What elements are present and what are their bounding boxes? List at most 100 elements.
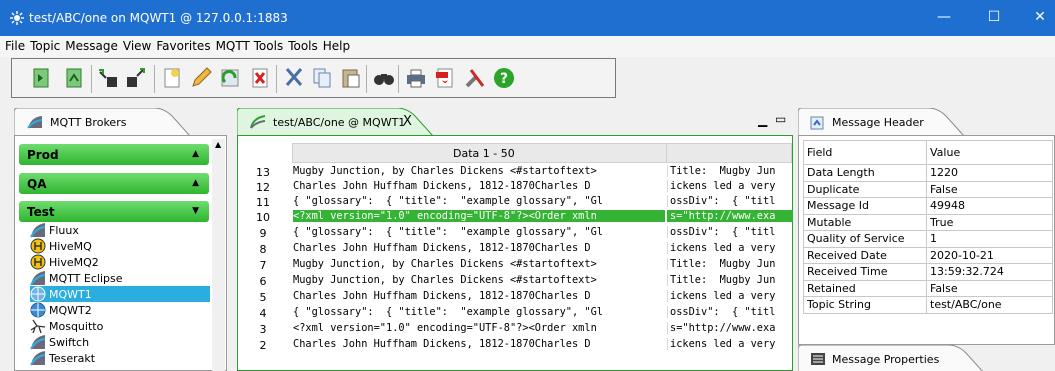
edit-icon[interactable] <box>189 66 213 90</box>
minimize-button[interactable]: — <box>929 7 959 27</box>
group-test[interactable]: Test ▼ <box>19 201 209 222</box>
globe-icon <box>30 302 46 318</box>
minimize-panel-icon[interactable]: ▁ <box>758 113 767 127</box>
broker-mqwt1[interactable]: MQWT1 <box>30 286 210 302</box>
hivemq-icon <box>30 254 46 270</box>
table-row[interactable]: 3 <?xml version="1.0" encoding="UTF-8"?><… <box>238 322 793 337</box>
value-column-header[interactable]: Value <box>926 140 1053 165</box>
close-tab-icon[interactable]: X <box>403 114 412 129</box>
menu-view[interactable]: View <box>123 36 151 53</box>
table-row[interactable]: Received Time 13:59:32.724 <box>803 263 1053 281</box>
menu-topic[interactable]: Topic <box>30 36 60 53</box>
broker-icon <box>30 351 46 366</box>
collapse-icon[interactable]: ▲ <box>192 178 199 188</box>
properties-icon <box>811 353 825 365</box>
menu-tools[interactable]: Tools <box>288 36 318 53</box>
broker-teserakt[interactable]: Teserakt <box>30 350 210 366</box>
group-qa[interactable]: QA ▲ <box>19 173 209 194</box>
close-button[interactable]: ✕ <box>1025 7 1055 27</box>
brokers-scrollbar[interactable]: ▲ <box>212 139 225 371</box>
collapse-icon[interactable]: ▲ <box>192 149 199 159</box>
table-row[interactable]: 12 Charles John Huffham Dickens, 1812-187… <box>238 180 793 195</box>
help-icon[interactable]: ? <box>492 66 516 90</box>
group-label: QA <box>27 177 47 191</box>
header-icon <box>810 116 824 130</box>
subscribe-icon[interactable] <box>97 66 121 90</box>
disconnect-icon[interactable] <box>62 66 86 90</box>
message-header-tab[interactable]: Message Header <box>798 108 998 136</box>
print-icon[interactable] <box>404 66 428 90</box>
data-column-header[interactable]: Data 1 - 50 <box>292 143 667 163</box>
delete-icon[interactable] <box>248 66 272 90</box>
menu-message[interactable]: Message <box>65 36 118 53</box>
broker-icon <box>30 271 46 286</box>
table-row[interactable]: 4{ "glossary": { "title": "example gloss… <box>238 306 793 321</box>
broker-mqtt-eclipse[interactable]: MQTT Eclipse <box>30 270 210 286</box>
tools-icon[interactable] <box>463 66 487 90</box>
connect-icon[interactable] <box>29 66 53 90</box>
table-row[interactable]: 7 Mugby Junction, by Charles Dickens <#st… <box>238 258 793 273</box>
find-icon[interactable] <box>372 66 396 90</box>
table-row-selected[interactable]: 10 <?xml version="1.0" encoding="UTF-8"?>… <box>238 210 793 225</box>
menu-favorites[interactable]: Favorites <box>156 36 210 53</box>
unsubscribe-icon[interactable] <box>124 66 148 90</box>
message-header-table: Field Value Data Length 1220 Duplicate Fals… <box>803 140 1053 314</box>
table-row[interactable]: Quality of Service 1 <box>803 230 1053 248</box>
table-row[interactable]: 9{ "glossary": { "title": "example gloss… <box>238 226 793 241</box>
table-row[interactable]: Duplicate False <box>803 180 1053 198</box>
window-title: test/ABC/one on MQWT1 @ 127.0.0.1:1883 <box>29 11 288 25</box>
refresh-icon[interactable] <box>218 66 242 90</box>
broker-icon <box>27 116 43 129</box>
paste-icon[interactable] <box>339 66 363 90</box>
globe-icon <box>30 286 46 302</box>
table-row[interactable]: Received Date 2020-10-21 <box>803 246 1053 264</box>
maximize-panel-icon[interactable]: ▭ <box>775 112 786 126</box>
message-header-tab-label: Message Header <box>832 116 924 129</box>
pdf-icon[interactable] <box>433 66 457 90</box>
brokers-tab-label: MQTT Brokers <box>50 116 127 129</box>
message-properties-tab-label: Message Properties <box>832 353 940 366</box>
table-row[interactable]: Mutable True <box>803 213 1053 231</box>
broker-fluux[interactable]: Fluux <box>30 222 210 238</box>
broker-icon <box>30 223 46 238</box>
field-column-header[interactable]: Field <box>803 140 927 165</box>
cut-icon[interactable] <box>282 66 306 90</box>
menu-file[interactable]: File <box>5 36 25 53</box>
table-row[interactable]: 11{ "glossary": { "title": "example glos… <box>238 195 793 210</box>
broker-hivemq2[interactable]: HiveMQ2 <box>30 254 210 270</box>
brokers-tab[interactable]: MQTT Brokers <box>14 108 214 136</box>
table-row[interactable]: Data Length 1220 <box>803 164 1053 182</box>
table-row[interactable]: 2 Charles John Huffham Dickens, 1812-1870… <box>238 338 793 353</box>
broker-swiftch[interactable]: Swiftch <box>30 334 210 350</box>
app-icon <box>10 11 24 25</box>
new-icon[interactable] <box>160 66 184 90</box>
copy-icon[interactable] <box>310 66 334 90</box>
message-properties-tab[interactable]: Message Properties <box>798 345 1008 371</box>
broker-mosquitto[interactable]: Mosquitto <box>30 318 210 334</box>
table-row[interactable]: Topic String test/ABC/one <box>803 296 1053 314</box>
menu-mqtt-tools[interactable]: MQTT Tools <box>216 36 284 53</box>
toolbar: ? <box>11 58 616 98</box>
group-label: Prod <box>27 148 59 162</box>
table-row[interactable]: Message Id 49948 <box>803 197 1053 215</box>
data-column-header-extra <box>667 143 792 163</box>
broker-icon <box>30 335 46 350</box>
scroll-up-icon[interactable]: ▲ <box>215 140 221 149</box>
data-tab[interactable]: test/ABC/one @ MQWT1 X <box>237 108 437 136</box>
table-row[interactable]: 6 Mugby Junction, by Charles Dickens <#st… <box>238 274 793 289</box>
table-row[interactable]: 8 Charles John Huffham Dickens, 1812-1870… <box>238 242 793 257</box>
expand-icon[interactable]: ▼ <box>192 206 199 216</box>
topic-icon <box>250 115 266 129</box>
group-prod[interactable]: Prod ▲ <box>19 144 209 165</box>
broker-mqwt2[interactable]: MQWT2 <box>30 302 210 318</box>
table-row[interactable]: 13 Mugby Junction, by Charles Dickens <#s… <box>238 165 793 180</box>
maximize-button[interactable]: ☐ <box>979 7 1009 27</box>
menu-bar: File Topic Message View Favorites MQTT Tools T… <box>0 36 1055 57</box>
table-row[interactable]: Retained False <box>803 279 1053 297</box>
data-tab-label: test/ABC/one @ MQWT1 <box>273 116 406 129</box>
group-label: Test <box>27 205 55 219</box>
table-row[interactable]: 5 Charles John Huffham Dickens, 1812-1870… <box>238 290 793 305</box>
svg-text:?: ? <box>500 71 508 87</box>
broker-hivemq[interactable]: HiveMQ <box>30 238 210 254</box>
menu-help[interactable]: Help <box>323 36 350 53</box>
